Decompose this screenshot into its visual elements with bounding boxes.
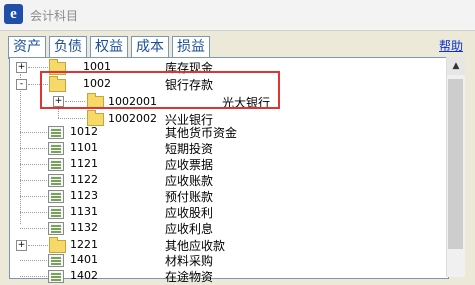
account-name: 应收票据	[165, 158, 214, 172]
scroll-up-arrow-icon[interactable]: ▲	[447, 57, 465, 75]
account-leaf-icon	[48, 126, 64, 139]
tree-guide-line	[20, 228, 47, 229]
account-name: 应收利息	[165, 222, 214, 236]
tree-row-1012[interactable]: 1012 其他货币资金	[10, 124, 440, 140]
account-name: 短期投资	[165, 142, 214, 156]
account-leaf-icon	[48, 158, 64, 171]
tree-row-1402[interactable]: 1402 在途物资	[10, 268, 440, 284]
account-code: 1132	[70, 221, 98, 234]
highlight-box	[40, 71, 280, 109]
account-code: 1101	[70, 141, 98, 154]
tree-row-1122[interactable]: 1122 应收账款	[10, 172, 440, 188]
vertical-scrollbar[interactable]: ▲	[446, 57, 465, 277]
tree-row-1132[interactable]: 1132 应收利息	[10, 220, 440, 236]
tab-cost[interactable]: 成本	[131, 36, 169, 57]
tree-guide-line	[28, 67, 48, 68]
tree-row-1101[interactable]: 1101 短期投资	[10, 140, 440, 156]
account-name: 预付账款	[165, 190, 214, 204]
account-leaf-icon	[48, 174, 64, 187]
account-leaf-icon	[48, 190, 64, 203]
tab-bar: 资产 负债 权益 成本 损益	[8, 36, 213, 59]
tree-row-1123[interactable]: 1123 预付账款	[10, 188, 440, 204]
tree-row-1131[interactable]: 1131 应收股利	[10, 204, 440, 220]
tree-guide-line	[20, 276, 47, 277]
tab-profit-loss[interactable]: 损益	[172, 36, 210, 57]
tab-assets[interactable]: 资产	[8, 36, 46, 59]
title-bar: e 会计科目	[0, 0, 475, 31]
scroll-thumb[interactable]	[448, 79, 463, 249]
account-code: 1121	[70, 157, 98, 170]
tree-row-1401[interactable]: 1401 材料采购	[10, 252, 440, 268]
account-leaf-icon	[48, 254, 64, 267]
account-code: 1012	[70, 125, 98, 138]
account-leaf-icon	[48, 222, 64, 235]
tree-guide-line	[20, 164, 47, 165]
tree-guide-line	[20, 260, 47, 261]
account-name: 材料采购	[165, 254, 214, 268]
account-name: 应收股利	[165, 206, 214, 220]
account-code: 1131	[70, 205, 98, 218]
account-code: 1221	[70, 238, 98, 251]
collapse-icon[interactable]: -	[16, 79, 27, 90]
expand-icon[interactable]: +	[16, 240, 27, 251]
account-name: 其他货币资金	[165, 126, 238, 140]
app-e-icon: e	[4, 4, 23, 24]
tab-equity[interactable]: 权益	[90, 36, 128, 57]
window-title: 会计科目	[30, 9, 79, 23]
tree-guide-line	[20, 196, 47, 197]
account-code: 1401	[70, 253, 98, 266]
tree-guide-line	[20, 132, 47, 133]
help-link[interactable]: 帮助	[439, 37, 463, 54]
expand-icon[interactable]: +	[16, 62, 27, 73]
account-leaf-icon	[48, 270, 64, 283]
tree-guide-line	[28, 245, 48, 246]
tree-guide-line	[20, 148, 47, 149]
account-code: 1122	[70, 173, 98, 186]
account-leaf-icon	[48, 142, 64, 155]
account-leaf-icon	[48, 206, 64, 219]
tree-row-1221[interactable]: + 1221 其他应收款	[10, 236, 440, 253]
tree-guide-line	[20, 212, 47, 213]
account-name: 在途物资	[165, 270, 214, 284]
tree-guide-line	[58, 118, 85, 119]
account-code: 1123	[70, 189, 98, 202]
tree-guide-line	[20, 180, 47, 181]
tree-row-1121[interactable]: 1121 应收票据	[10, 156, 440, 172]
account-code: 1402	[70, 269, 98, 282]
account-name: 应收账款	[165, 174, 214, 188]
tree-row-1002002[interactable]: 1002002 兴业银行	[10, 109, 440, 127]
tab-liabilities[interactable]: 负债	[49, 36, 87, 57]
